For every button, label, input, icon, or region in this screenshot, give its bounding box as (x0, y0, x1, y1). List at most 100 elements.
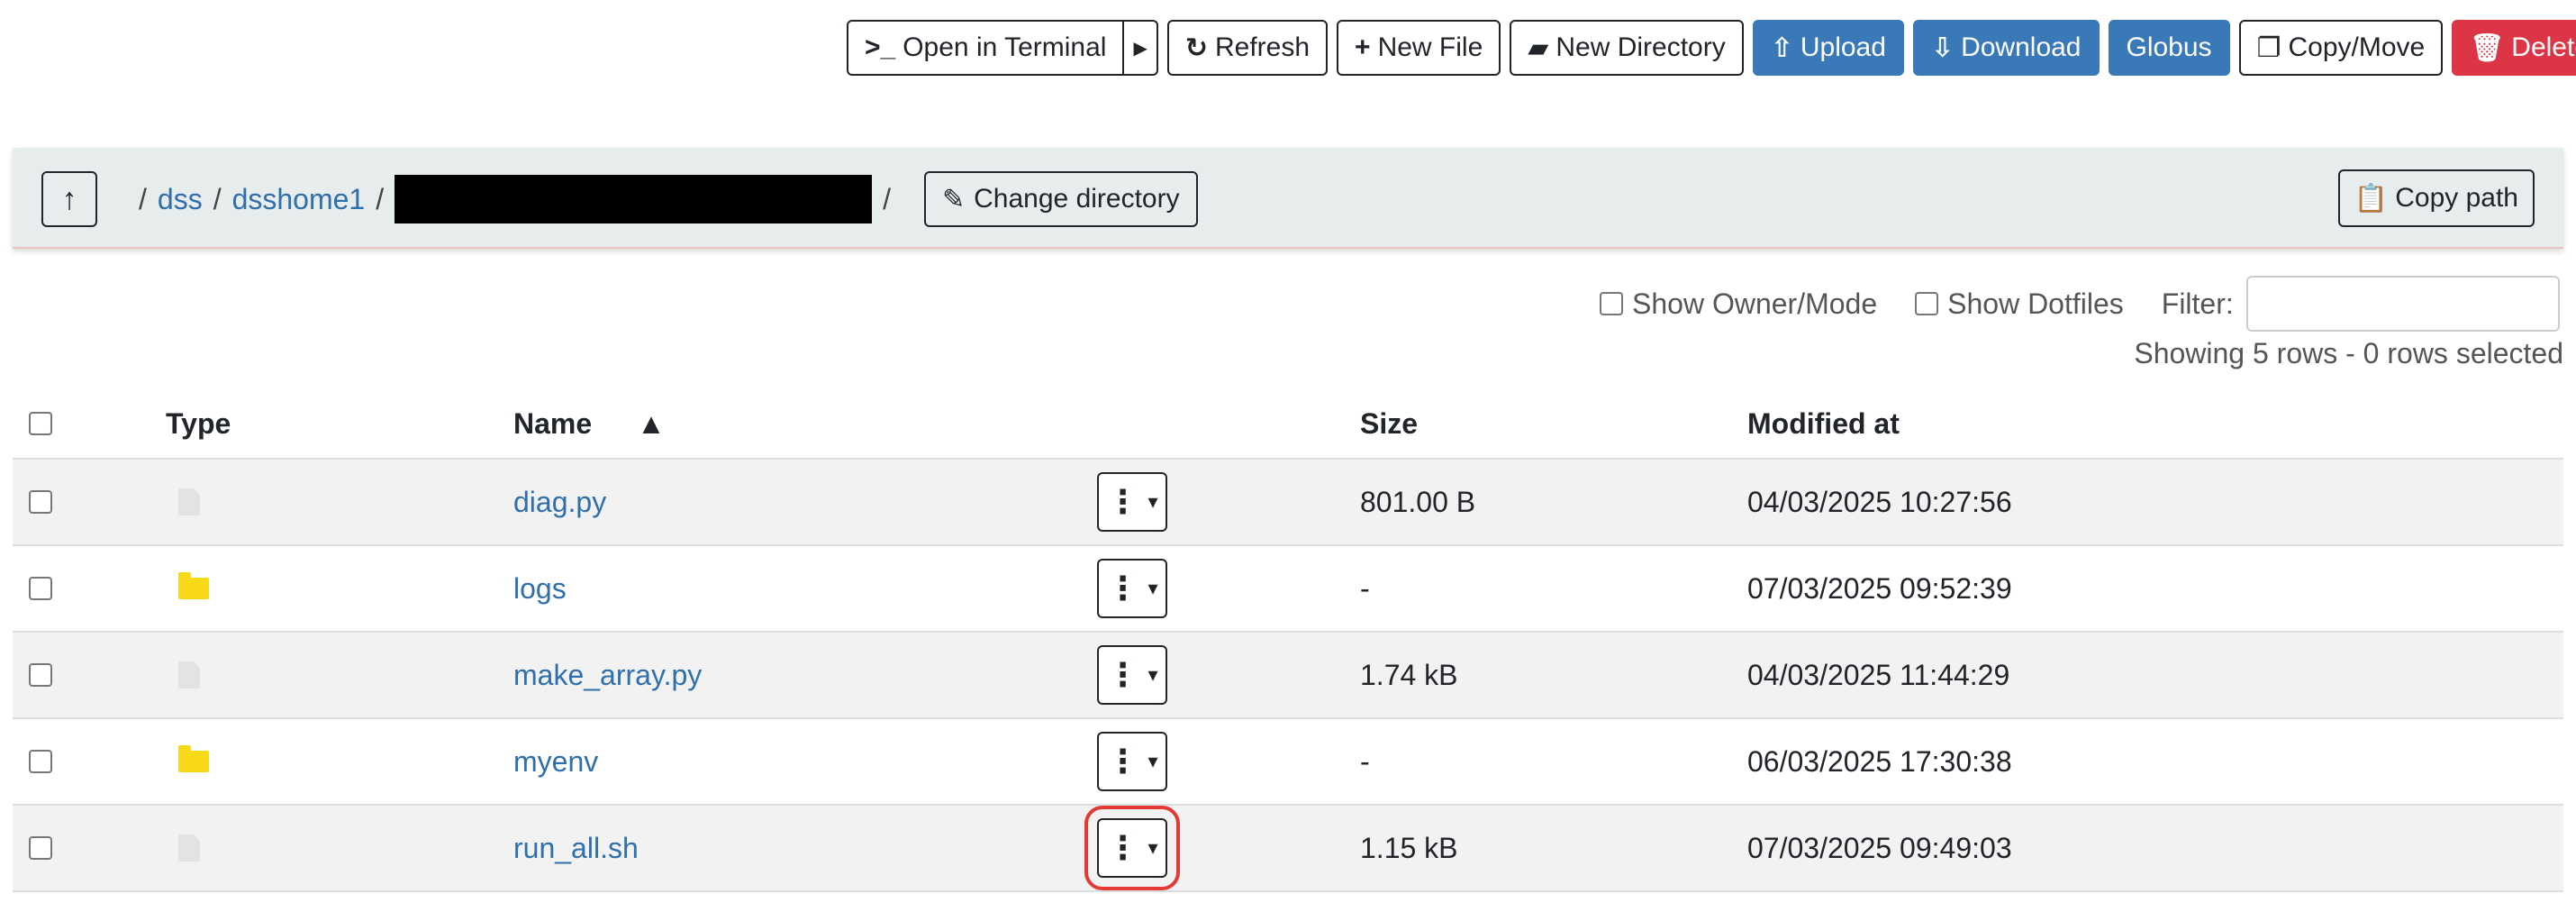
ellipsis-vertical-icon: ⋮ (1106, 656, 1139, 693)
action-cell: ⋮ ▾ (1097, 633, 1167, 717)
refresh-button[interactable]: ↻ Refresh (1166, 20, 1329, 76)
name-cell: diag.py (513, 460, 606, 544)
row-actions-button[interactable]: ⋮ ▾ (1097, 472, 1167, 532)
header-modified[interactable]: Modified at (1747, 389, 1900, 458)
breadcrumb-dss[interactable]: dss (158, 183, 203, 216)
breadcrumb: / dss / dsshome1 / / (139, 175, 891, 223)
type-cell (166, 719, 209, 804)
folder-name-link[interactable]: myenv (513, 745, 598, 779)
row-actions-button[interactable]: ⋮ ▾ (1097, 559, 1167, 618)
row-checkbox-cell (29, 546, 52, 631)
show-dotfiles-checkbox[interactable] (1915, 292, 1939, 315)
file-icon (178, 661, 200, 688)
row-checkbox-cell (29, 460, 52, 544)
open-terminal-button[interactable]: >_ Open in Terminal (847, 20, 1125, 76)
redacted-path-segment (395, 175, 873, 223)
breadcrumb-dsshome1[interactable]: dsshome1 (232, 183, 366, 216)
filter-input[interactable] (2245, 276, 2560, 332)
header-name[interactable]: Name ▲ (513, 389, 666, 458)
action-cell: ⋮ ▾ (1084, 806, 1180, 890)
file-icon (178, 834, 200, 862)
globus-label: Globus (2126, 32, 2212, 62)
copy-icon: ❐ (2256, 32, 2281, 63)
upload-button[interactable]: ⇧ Upload (1752, 20, 1904, 76)
row-checkbox[interactable] (29, 490, 52, 514)
file-name-link[interactable]: diag.py (513, 486, 606, 519)
sort-ascending-icon: ▲ (637, 406, 666, 440)
table-row[interactable]: logs ⋮ ▾ - 07/03/2025 09:52:39 (13, 546, 2563, 633)
breadcrumb-separator: / (139, 182, 147, 215)
modified-cell: 04/03/2025 11:44:29 (1747, 658, 2010, 691)
filter-label: Filter: (2161, 287, 2234, 320)
type-cell (166, 633, 200, 717)
breadcrumb-separator: / (883, 182, 891, 215)
ellipsis-vertical-icon: ⋮ (1106, 483, 1139, 520)
caret-down-icon: ▾ (1147, 836, 1158, 859)
name-cell: run_all.sh (513, 806, 639, 890)
globus-button[interactable]: Globus (2108, 20, 2230, 76)
copy-path-button[interactable]: 📋 Copy path (2337, 169, 2535, 227)
row-checkbox[interactable] (29, 663, 52, 687)
ellipsis-vertical-icon: ⋮ (1106, 570, 1139, 606)
list-options: Show Owner/Mode Show Dotfiles Filter: (1600, 276, 2560, 332)
size-cell: - (1360, 744, 1370, 778)
folder-icon (178, 572, 209, 599)
table-row[interactable]: diag.py ⋮ ▾ 801.00 B 04/03/2025 10:27:56 (13, 460, 2563, 546)
ellipsis-vertical-icon: ⋮ (1106, 829, 1139, 866)
show-owner-mode-option[interactable]: Show Owner/Mode (1600, 287, 1877, 321)
action-cell: ⋮ ▾ (1097, 546, 1167, 631)
ellipsis-vertical-icon: ⋮ (1106, 743, 1139, 780)
type-cell (166, 460, 200, 544)
modified-cell: 07/03/2025 09:49:03 (1747, 831, 2012, 864)
delete-label: Delete (2511, 32, 2576, 62)
copy-move-label: Copy/Move (2288, 32, 2426, 62)
action-cell: ⋮ ▾ (1097, 719, 1167, 804)
change-directory-button[interactable]: ✎ Change directory (924, 171, 1198, 227)
caret-down-icon: ▾ (1147, 663, 1158, 686)
file-name-link[interactable]: make_array.py (513, 659, 702, 692)
download-button[interactable]: ⇩ Download (1912, 20, 2100, 76)
header-type[interactable]: Type (166, 389, 231, 458)
clipboard-icon: 📋 (2354, 183, 2389, 214)
folder-name-link[interactable]: logs (513, 572, 567, 606)
header-name-label: Name (513, 406, 593, 440)
edit-icon: ✎ (942, 184, 966, 214)
modified-cell: 04/03/2025 10:27:56 (1747, 485, 2012, 518)
folder-icon (178, 745, 209, 772)
delete-button[interactable]: 🗑 Delete (2452, 20, 2576, 76)
new-directory-button[interactable]: ▰ New Directory (1510, 20, 1744, 76)
caret-down-icon: ▾ (1147, 750, 1158, 772)
row-checkbox[interactable] (29, 750, 52, 773)
type-cell (166, 546, 209, 631)
action-cell: ⋮ ▾ (1097, 460, 1167, 544)
terminal-icon: >_ (865, 32, 896, 62)
caret-down-icon: ▾ (1147, 490, 1158, 513)
show-dotfiles-option[interactable]: Show Dotfiles (1915, 287, 2124, 321)
row-actions-button[interactable]: ⋮ ▾ (1097, 645, 1167, 705)
row-checkbox-cell (29, 719, 52, 804)
table-row[interactable]: make_array.py ⋮ ▾ 1.74 kB 04/03/2025 11:… (13, 633, 2563, 719)
copy-move-button[interactable]: ❐ Copy/Move (2238, 20, 2444, 76)
row-checkbox[interactable] (29, 577, 52, 600)
row-actions-button[interactable]: ⋮ ▾ (1097, 732, 1167, 791)
size-cell: - (1360, 571, 1370, 605)
file-name-link[interactable]: run_all.sh (513, 832, 639, 865)
select-all-checkbox[interactable] (29, 412, 52, 435)
table-row[interactable]: myenv ⋮ ▾ - 06/03/2025 17:30:38 (13, 719, 2563, 806)
new-file-button[interactable]: + New File (1337, 20, 1501, 76)
table-row[interactable]: run_all.sh ⋮ ▾ 1.15 kB 07/03/2025 09:49:… (13, 806, 2563, 892)
new-directory-label: New Directory (1556, 32, 1726, 62)
refresh-icon: ↻ (1184, 32, 1208, 63)
name-cell: myenv (513, 719, 598, 804)
parent-directory-button[interactable]: ↑ (41, 171, 97, 227)
breadcrumb-separator: / (376, 182, 385, 215)
row-checkbox[interactable] (29, 836, 52, 860)
upload-label: Upload (1800, 32, 1886, 62)
show-owner-mode-checkbox[interactable] (1600, 292, 1623, 315)
terminal-dropdown-toggle[interactable]: ▶ (1124, 20, 1158, 76)
folder-plus-icon: ▰ (1528, 32, 1549, 63)
header-size[interactable]: Size (1360, 389, 1418, 458)
row-actions-button[interactable]: ⋮ ▾ (1084, 806, 1180, 890)
file-table: Type Name ▲ Size Modified at diag.py ⋮ ▾… (13, 389, 2563, 892)
row-checkbox-cell (29, 806, 52, 890)
